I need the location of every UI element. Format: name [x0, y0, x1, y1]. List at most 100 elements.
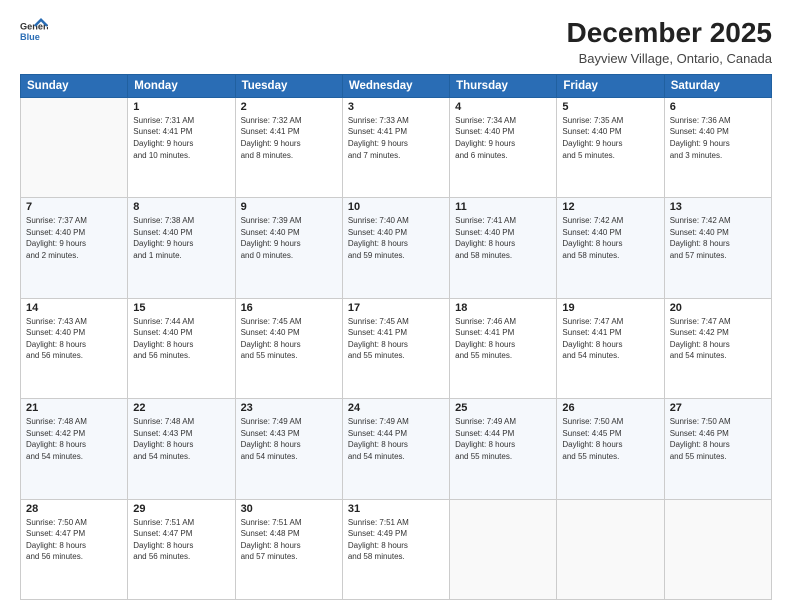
day-number: 4	[455, 101, 551, 113]
calendar-cell: 30Sunrise: 7:51 AM Sunset: 4:48 PM Dayli…	[235, 499, 342, 599]
calendar-cell	[450, 499, 557, 599]
calendar-cell: 12 Sunrise: 7:42 AM Sunset: 4:40 PM Dayli…	[557, 198, 664, 298]
calendar-week-row: 14 Sunrise: 7:43 AM Sunset: 4:40 PM Dayli…	[21, 298, 772, 398]
day-info: Sunrise: 7:43 AM Sunset: 4:40 PM Dayligh…	[26, 316, 122, 362]
day-number: 29	[133, 503, 229, 515]
day-info: Sunrise: 7:31 AM Sunset: 4:41 PM Dayligh…	[133, 115, 229, 161]
weekday-header-cell: Wednesday	[342, 74, 449, 97]
calendar-cell: 2 Sunrise: 7:32 AM Sunset: 4:41 PM Daylig…	[235, 97, 342, 197]
calendar-cell: 26 Sunrise: 7:50 AM Sunset: 4:45 PM Dayli…	[557, 399, 664, 499]
day-info: Sunrise: 7:47 AM Sunset: 4:42 PM Dayligh…	[670, 316, 766, 362]
day-number: 21	[26, 402, 122, 414]
day-info: Sunrise: 7:51 AM Sunset: 4:47 PM Dayligh…	[133, 517, 229, 563]
page: General Blue December 2025 Bayview Villa…	[0, 0, 792, 612]
day-number: 8	[133, 201, 229, 213]
day-number: 19	[562, 302, 658, 314]
calendar-cell: 16Sunrise: 7:45 AM Sunset: 4:40 PM Dayli…	[235, 298, 342, 398]
day-number: 17	[348, 302, 444, 314]
day-info: Sunrise: 7:42 AM Sunset: 4:40 PM Dayligh…	[670, 215, 766, 261]
day-info: Sunrise: 7:50 AM Sunset: 4:47 PM Dayligh…	[26, 517, 122, 563]
day-number: 2	[241, 101, 337, 113]
calendar-cell: 18 Sunrise: 7:46 AM Sunset: 4:41 PM Dayli…	[450, 298, 557, 398]
weekday-header-cell: Saturday	[664, 74, 771, 97]
calendar-cell: 5 Sunrise: 7:35 AM Sunset: 4:40 PM Daylig…	[557, 97, 664, 197]
calendar-cell: 28 Sunrise: 7:50 AM Sunset: 4:47 PM Dayli…	[21, 499, 128, 599]
day-info: Sunrise: 7:48 AM Sunset: 4:42 PM Dayligh…	[26, 416, 122, 462]
calendar-cell: 19 Sunrise: 7:47 AM Sunset: 4:41 PM Dayli…	[557, 298, 664, 398]
calendar-cell: 31 Sunrise: 7:51 AM Sunset: 4:49 PM Dayli…	[342, 499, 449, 599]
logo-icon: General Blue	[20, 18, 48, 46]
day-number: 1	[133, 101, 229, 113]
day-number: 23	[241, 402, 337, 414]
day-number: 27	[670, 402, 766, 414]
day-info: Sunrise: 7:45 AM Sunset: 4:41 PM Dayligh…	[348, 316, 444, 362]
day-number: 11	[455, 201, 551, 213]
calendar-cell: 25 Sunrise: 7:49 AM Sunset: 4:44 PM Dayli…	[450, 399, 557, 499]
weekday-header-cell: Monday	[128, 74, 235, 97]
day-number: 24	[348, 402, 444, 414]
calendar-cell	[664, 499, 771, 599]
calendar-cell: 21 Sunrise: 7:48 AM Sunset: 4:42 PM Dayli…	[21, 399, 128, 499]
calendar-cell: 7 Sunrise: 7:37 AM Sunset: 4:40 PM Daylig…	[21, 198, 128, 298]
day-number: 3	[348, 101, 444, 113]
calendar-cell: 20Sunrise: 7:47 AM Sunset: 4:42 PM Dayli…	[664, 298, 771, 398]
day-info: Sunrise: 7:50 AM Sunset: 4:46 PM Dayligh…	[670, 416, 766, 462]
logo: General Blue	[20, 18, 48, 46]
weekday-header-row: SundayMondayTuesdayWednesdayThursdayFrid…	[21, 74, 772, 97]
day-info: Sunrise: 7:50 AM Sunset: 4:45 PM Dayligh…	[562, 416, 658, 462]
day-info: Sunrise: 7:36 AM Sunset: 4:40 PM Dayligh…	[670, 115, 766, 161]
day-info: Sunrise: 7:46 AM Sunset: 4:41 PM Dayligh…	[455, 316, 551, 362]
day-number: 31	[348, 503, 444, 515]
day-number: 25	[455, 402, 551, 414]
day-number: 18	[455, 302, 551, 314]
calendar-cell	[21, 97, 128, 197]
calendar-cell: 4 Sunrise: 7:34 AM Sunset: 4:40 PM Daylig…	[450, 97, 557, 197]
day-info: Sunrise: 7:35 AM Sunset: 4:40 PM Dayligh…	[562, 115, 658, 161]
day-info: Sunrise: 7:32 AM Sunset: 4:41 PM Dayligh…	[241, 115, 337, 161]
day-info: Sunrise: 7:49 AM Sunset: 4:44 PM Dayligh…	[455, 416, 551, 462]
day-info: Sunrise: 7:44 AM Sunset: 4:40 PM Dayligh…	[133, 316, 229, 362]
calendar-body: 1 Sunrise: 7:31 AM Sunset: 4:41 PM Daylig…	[21, 97, 772, 599]
day-info: Sunrise: 7:51 AM Sunset: 4:49 PM Dayligh…	[348, 517, 444, 563]
day-info: Sunrise: 7:40 AM Sunset: 4:40 PM Dayligh…	[348, 215, 444, 261]
day-info: Sunrise: 7:34 AM Sunset: 4:40 PM Dayligh…	[455, 115, 551, 161]
day-number: 6	[670, 101, 766, 113]
day-info: Sunrise: 7:42 AM Sunset: 4:40 PM Dayligh…	[562, 215, 658, 261]
calendar-cell	[557, 499, 664, 599]
calendar-cell: 11Sunrise: 7:41 AM Sunset: 4:40 PM Dayli…	[450, 198, 557, 298]
title-block: December 2025 Bayview Village, Ontario, …	[567, 18, 772, 66]
calendar-cell: 23Sunrise: 7:49 AM Sunset: 4:43 PM Dayli…	[235, 399, 342, 499]
day-number: 16	[241, 302, 337, 314]
day-info: Sunrise: 7:49 AM Sunset: 4:44 PM Dayligh…	[348, 416, 444, 462]
day-info: Sunrise: 7:38 AM Sunset: 4:40 PM Dayligh…	[133, 215, 229, 261]
day-info: Sunrise: 7:37 AM Sunset: 4:40 PM Dayligh…	[26, 215, 122, 261]
day-number: 12	[562, 201, 658, 213]
calendar-table: SundayMondayTuesdayWednesdayThursdayFrid…	[20, 74, 772, 600]
month-title: December 2025	[567, 18, 772, 49]
calendar-week-row: 1 Sunrise: 7:31 AM Sunset: 4:41 PM Daylig…	[21, 97, 772, 197]
day-info: Sunrise: 7:39 AM Sunset: 4:40 PM Dayligh…	[241, 215, 337, 261]
day-info: Sunrise: 7:47 AM Sunset: 4:41 PM Dayligh…	[562, 316, 658, 362]
day-number: 13	[670, 201, 766, 213]
calendar-cell: 6 Sunrise: 7:36 AM Sunset: 4:40 PM Daylig…	[664, 97, 771, 197]
calendar-cell: 29 Sunrise: 7:51 AM Sunset: 4:47 PM Dayli…	[128, 499, 235, 599]
location-title: Bayview Village, Ontario, Canada	[567, 51, 772, 66]
day-number: 5	[562, 101, 658, 113]
calendar-week-row: 28 Sunrise: 7:50 AM Sunset: 4:47 PM Dayli…	[21, 499, 772, 599]
day-number: 28	[26, 503, 122, 515]
weekday-header-cell: Sunday	[21, 74, 128, 97]
calendar-week-row: 21 Sunrise: 7:48 AM Sunset: 4:42 PM Dayli…	[21, 399, 772, 499]
weekday-header-cell: Tuesday	[235, 74, 342, 97]
calendar-cell: 22Sunrise: 7:48 AM Sunset: 4:43 PM Dayli…	[128, 399, 235, 499]
day-number: 26	[562, 402, 658, 414]
calendar-cell: 24 Sunrise: 7:49 AM Sunset: 4:44 PM Dayli…	[342, 399, 449, 499]
calendar-cell: 27 Sunrise: 7:50 AM Sunset: 4:46 PM Dayli…	[664, 399, 771, 499]
day-number: 14	[26, 302, 122, 314]
day-info: Sunrise: 7:33 AM Sunset: 4:41 PM Dayligh…	[348, 115, 444, 161]
day-number: 7	[26, 201, 122, 213]
day-info: Sunrise: 7:48 AM Sunset: 4:43 PM Dayligh…	[133, 416, 229, 462]
calendar-cell: 17 Sunrise: 7:45 AM Sunset: 4:41 PM Dayli…	[342, 298, 449, 398]
calendar-cell: 10Sunrise: 7:40 AM Sunset: 4:40 PM Dayli…	[342, 198, 449, 298]
day-info: Sunrise: 7:51 AM Sunset: 4:48 PM Dayligh…	[241, 517, 337, 563]
svg-text:Blue: Blue	[20, 32, 40, 42]
